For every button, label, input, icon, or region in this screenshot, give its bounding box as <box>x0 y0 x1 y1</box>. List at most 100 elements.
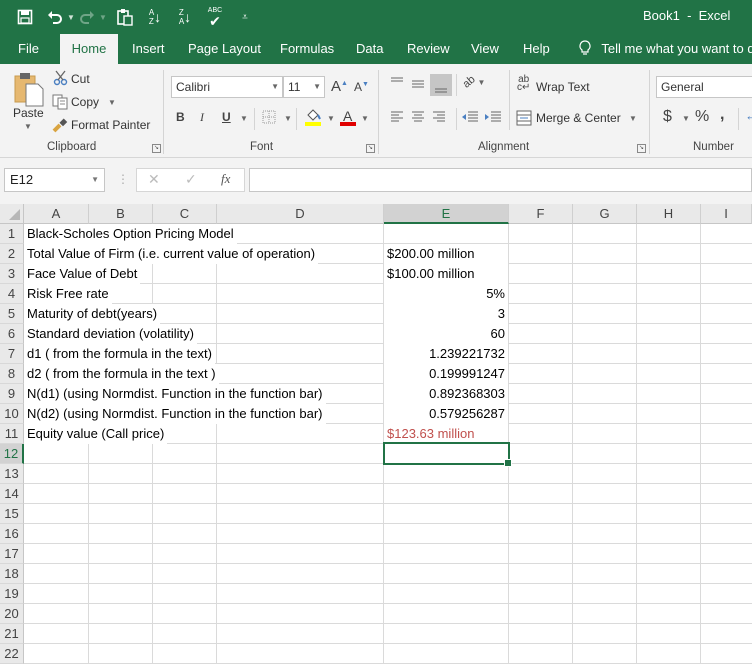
cell-e8[interactable]: 0.199991247 <box>384 364 508 384</box>
row-header-1[interactable]: 1 <box>0 224 24 244</box>
row-header-6[interactable]: 6 <box>0 324 24 344</box>
bottom-align-button[interactable] <box>430 74 452 96</box>
tab-home[interactable]: Home <box>60 34 118 64</box>
row-header-9[interactable]: 9 <box>0 384 24 404</box>
tab-file[interactable]: File <box>18 34 39 64</box>
cell-a9[interactable]: N(d1) (using Normdist. Function in the f… <box>24 384 326 404</box>
cell-a4[interactable]: Risk Free rate <box>24 284 112 304</box>
column-header-e[interactable]: E <box>384 204 509 224</box>
row-header-5[interactable]: 5 <box>0 304 24 324</box>
row-header-10[interactable]: 10 <box>0 404 24 424</box>
alignment-dialog-launcher-icon[interactable]: ↘ <box>637 144 646 153</box>
cell-a2[interactable]: Total Value of Firm (i.e. current value … <box>24 244 319 264</box>
orientation-button[interactable]: ab ▼ <box>461 73 486 90</box>
top-align-button[interactable] <box>389 76 405 93</box>
row-header-8[interactable]: 8 <box>0 364 24 384</box>
tab-formulas[interactable]: Formulas <box>280 34 334 64</box>
paste-label[interactable]: Paste <box>13 106 44 120</box>
wrap-text-button[interactable]: Wrap Text <box>536 80 590 94</box>
row-header-12[interactable]: 12 <box>0 444 24 464</box>
column-header-h[interactable]: H <box>637 204 701 224</box>
sort-ascending-icon[interactable]: A Z ↓ <box>144 6 166 28</box>
row-header-18[interactable]: 18 <box>0 564 24 584</box>
font-name-combo[interactable]: Calibri ▼ <box>171 76 283 98</box>
bold-button[interactable]: B <box>176 110 185 124</box>
cell-a3[interactable]: Face Value of Debt <box>24 264 141 284</box>
underline-dropdown-icon[interactable]: ▼ <box>240 114 248 123</box>
cell-e10[interactable]: 0.579256287 <box>384 404 508 424</box>
decrease-font-size-button[interactable]: A▼ <box>354 80 369 94</box>
row-header-2[interactable]: 2 <box>0 244 24 264</box>
row-header-17[interactable]: 17 <box>0 544 24 564</box>
cut-button[interactable]: Cut <box>71 72 90 86</box>
increase-font-size-button[interactable]: A▲ <box>331 78 348 95</box>
sort-descending-icon[interactable]: Z A ↓ <box>174 6 196 28</box>
copy-button[interactable]: Copy <box>71 95 99 109</box>
column-header-f[interactable]: F <box>509 204 573 224</box>
undo-icon[interactable] <box>44 6 66 28</box>
save-icon[interactable] <box>14 6 36 28</box>
spelling-icon[interactable]: ABC ✔ <box>204 6 226 28</box>
row-header-3[interactable]: 3 <box>0 264 24 284</box>
tab-review[interactable]: Review <box>407 34 450 64</box>
comma-style-button[interactable]: , <box>720 106 724 124</box>
paste-icon[interactable] <box>114 6 136 28</box>
enter-icon[interactable]: ✓ <box>185 171 197 188</box>
row-header-16[interactable]: 16 <box>0 524 24 544</box>
align-center-button[interactable] <box>410 110 426 127</box>
select-all-button[interactable] <box>0 204 24 224</box>
paste-dropdown-icon[interactable]: ▼ <box>24 122 32 131</box>
redo-icon[interactable] <box>76 6 98 28</box>
increase-decimal-icon[interactable]: ← <box>745 108 752 123</box>
cell-a1[interactable]: Black-Scholes Option Pricing Model <box>24 224 237 244</box>
paste-button[interactable] <box>14 72 44 107</box>
align-right-button[interactable] <box>431 110 447 127</box>
row-header-14[interactable]: 14 <box>0 484 24 504</box>
redo-dropdown-icon[interactable]: ▼ <box>98 6 108 28</box>
tab-data[interactable]: Data <box>356 34 383 64</box>
column-header-i[interactable]: I <box>701 204 752 224</box>
cell-a8[interactable]: d2 ( from the formula in the text ) <box>24 364 219 384</box>
merge-center-dropdown-icon[interactable]: ▼ <box>629 114 637 123</box>
number-format-combo[interactable]: General <box>656 76 752 98</box>
cell-e5[interactable]: 3 <box>384 304 508 324</box>
column-header-c[interactable]: C <box>153 204 217 224</box>
italic-button[interactable]: I <box>200 110 204 125</box>
row-header-19[interactable]: 19 <box>0 584 24 604</box>
copy-dropdown-icon[interactable]: ▼ <box>108 98 116 107</box>
spreadsheet-grid[interactable]: A B C D E F G H I 1 2 3 4 5 6 7 8 9 10 11 12 13 14 15 16 17 18 19 20… <box>0 204 752 670</box>
column-header-b[interactable]: B <box>89 204 153 224</box>
tab-view[interactable]: View <box>471 34 499 64</box>
customize-qat-icon[interactable]: ⩡ <box>234 6 256 28</box>
cell-a5[interactable]: Maturity of debt(years) <box>24 304 161 324</box>
borders-button[interactable] <box>262 110 276 127</box>
middle-align-button[interactable] <box>410 76 426 93</box>
cell-e3[interactable]: $100.00 million <box>384 264 508 284</box>
font-size-combo[interactable]: 11 ▼ <box>283 76 325 98</box>
formula-input[interactable] <box>249 168 752 192</box>
column-header-g[interactable]: G <box>573 204 637 224</box>
font-dialog-launcher-icon[interactable]: ↘ <box>366 144 375 153</box>
cut-icon[interactable] <box>53 70 69 89</box>
format-painter-icon[interactable] <box>52 117 68 136</box>
clipboard-dialog-launcher-icon[interactable]: ↘ <box>152 144 161 153</box>
row-header-22[interactable]: 22 <box>0 644 24 664</box>
percent-button[interactable]: % <box>695 108 709 126</box>
copy-icon[interactable] <box>52 94 68 113</box>
tell-me-box[interactable]: Tell me what you want to do <box>578 34 752 64</box>
row-header-11[interactable]: 11 <box>0 424 24 444</box>
cell-e2[interactable]: $200.00 million <box>384 244 508 264</box>
merge-center-button[interactable]: Merge & Center <box>536 111 621 125</box>
cell-e6[interactable]: 60 <box>384 324 508 344</box>
row-header-21[interactable]: 21 <box>0 624 24 644</box>
currency-button[interactable]: $ <box>663 108 672 126</box>
cell-e4[interactable]: 5% <box>384 284 508 304</box>
borders-dropdown-icon[interactable]: ▼ <box>284 114 292 123</box>
increase-indent-button[interactable] <box>484 110 502 127</box>
font-color-dropdown-icon[interactable]: ▼ <box>361 114 369 123</box>
cell-a11[interactable]: Equity value (Call price) <box>24 424 168 444</box>
cancel-icon[interactable]: ✕ <box>148 171 160 188</box>
format-painter-button[interactable]: Format Painter <box>71 118 150 132</box>
font-color-button[interactable]: A <box>339 108 357 129</box>
tab-help[interactable]: Help <box>523 34 550 64</box>
